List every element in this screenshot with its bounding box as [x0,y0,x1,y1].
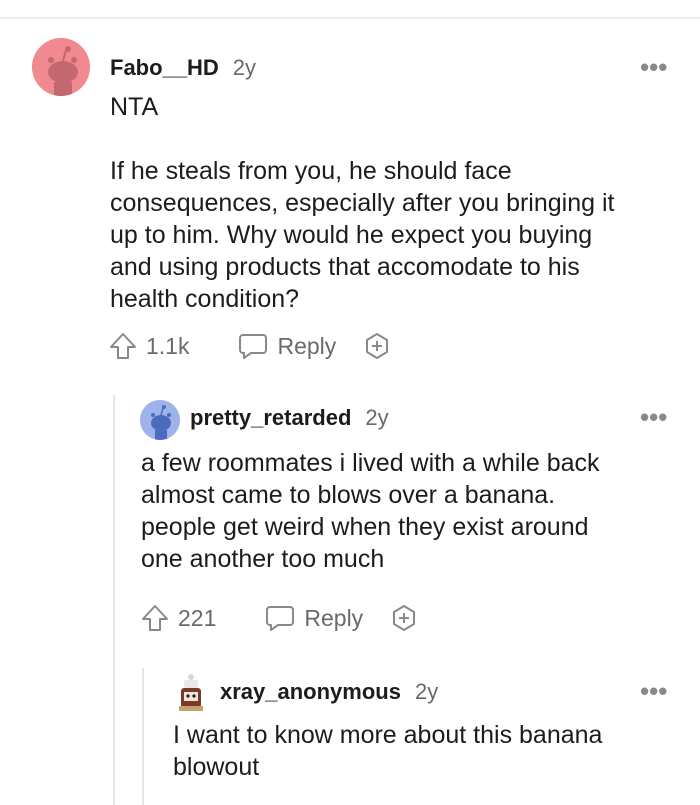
more-options-button[interactable]: ••• [640,678,667,704]
reply-label: Reply [277,332,337,359]
comment-age: 2y [365,405,389,430]
avatar[interactable] [175,672,207,712]
award-button[interactable] [389,603,419,633]
comment-actions: 221 Reply [140,603,419,633]
comment-meta: xray_anonymous 2y [220,679,438,705]
award-button[interactable] [362,331,392,361]
custom-avatar-icon [179,674,203,711]
upvote-icon [142,605,168,631]
snoo-avatar-icon [32,38,90,96]
upvote-button[interactable] [108,331,138,361]
vote-count: 1.1k [146,332,190,359]
comment-body: I want to know more about this banana bl… [173,721,603,781]
comment-body: a few roommates i lived with a while bac… [141,449,600,573]
upvote-icon [110,333,136,359]
reply-label: Reply [304,604,364,631]
reply-button[interactable]: Reply [264,603,363,633]
comment-actions: 1.1k Reply [108,331,392,361]
author-name[interactable]: pretty_retarded [190,405,351,431]
comment-body: NTA If he steals from you, he should fac… [110,93,615,313]
author-name[interactable]: xray_anonymous [220,679,401,705]
comment-age: 2y [232,55,257,80]
award-icon [393,605,416,631]
upvote-button[interactable] [140,603,170,633]
thread-line-level-2[interactable] [142,668,144,805]
more-options-button[interactable]: ••• [640,54,667,80]
more-options-button[interactable]: ••• [640,404,667,430]
avatar[interactable] [140,400,180,440]
award-icon [366,333,389,359]
author-name[interactable]: Fabo__HD [110,55,219,81]
comment-meta: pretty_retarded 2y [190,405,389,431]
snoo-avatar-icon [140,400,180,440]
thread-line-level-1[interactable] [113,395,115,805]
comment-age: 2y [414,679,439,704]
avatar[interactable] [32,38,90,96]
reply-button[interactable]: Reply [237,331,336,361]
top-divider [0,17,700,19]
reply-icon [266,606,295,631]
vote-count: 221 [178,604,217,631]
comment-meta: Fabo__HD 2y [110,55,256,81]
reply-icon [239,334,268,359]
